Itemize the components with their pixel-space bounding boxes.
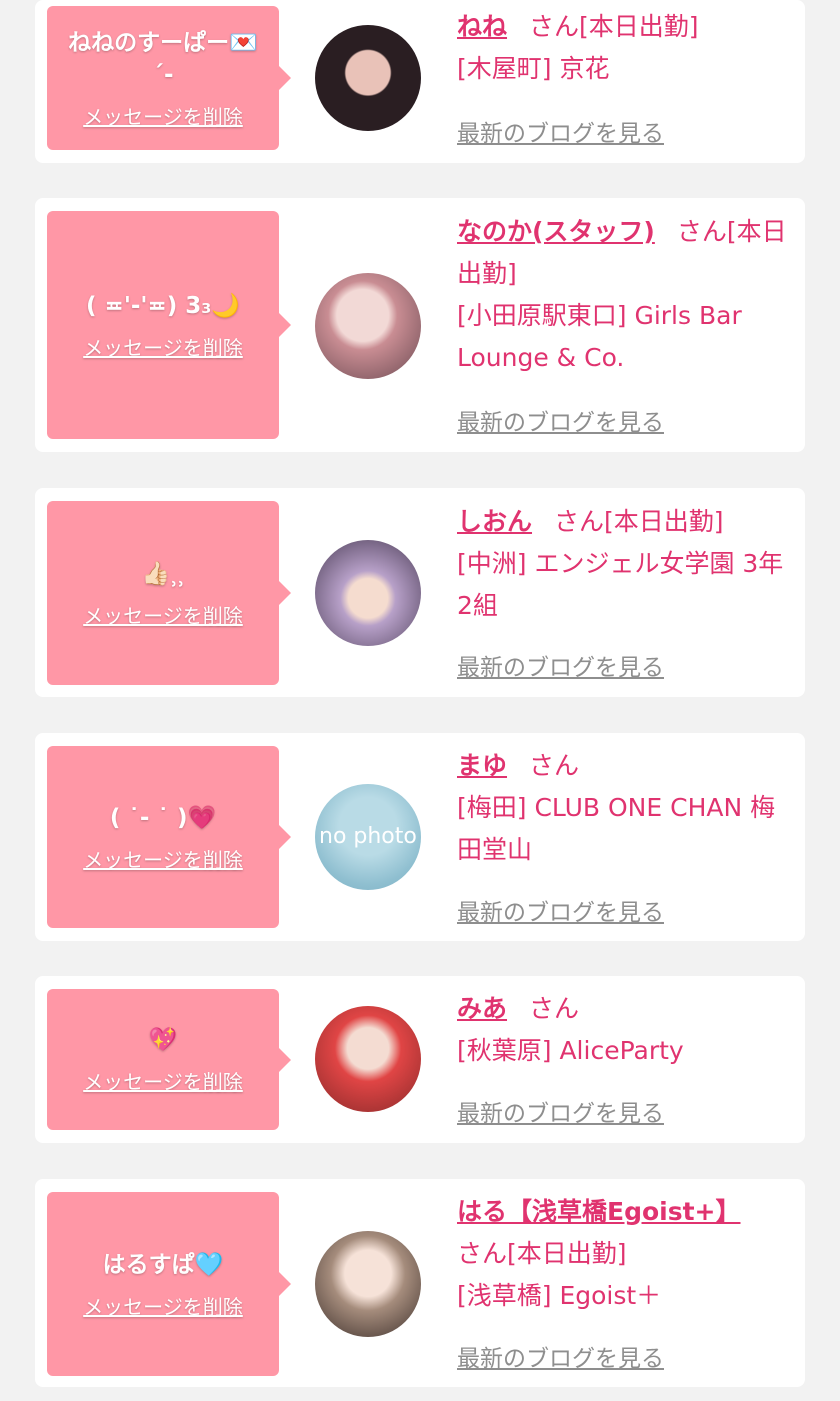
message-card: ( ≖'-'≖) 3₃🌙 メッセージを削除 なのか(スタッフ) さん[本日出勤] … [35, 198, 805, 452]
message-bubble: 💖 メッセージを削除 [47, 989, 291, 1130]
work-status: [本日出勤] [604, 507, 724, 536]
cast-name-link[interactable]: みあ [457, 994, 507, 1023]
avatar[interactable] [315, 1006, 421, 1112]
latest-blog-link[interactable]: 最新のブログを見る [457, 893, 664, 927]
avatar[interactable] [315, 540, 421, 646]
honorific: さん [457, 1239, 508, 1268]
cast-name-link[interactable]: はる【浅草橋Egoist+】 [457, 1197, 741, 1226]
message-text: ( ≖'-'≖) 3₃🌙 [86, 292, 240, 319]
message-card: 💖 メッセージを削除 みあ さん [秋葉原] AliceParty 最新のブログを… [35, 976, 805, 1143]
delete-message-link[interactable]: メッセージを削除 [83, 600, 243, 629]
honorific: さん [554, 507, 605, 536]
delete-message-link[interactable]: メッセージを削除 [83, 844, 243, 873]
shop-location: [中洲] エンジェル女学園 3年2組 [457, 549, 784, 620]
cast-info: まゆ さん [梅田] CLUB ONE CHAN 梅田堂山 [457, 745, 792, 871]
shop-location: [木屋町] 京花 [457, 54, 610, 83]
work-status: [本日出勤] [507, 1239, 627, 1268]
delete-message-link[interactable]: メッセージを削除 [83, 1291, 243, 1320]
message-bubble: ねねのすーぱー💌 ´- メッセージを削除 [47, 6, 291, 150]
shop-location: [梅田] CLUB ONE CHAN 梅田堂山 [457, 793, 776, 864]
message-card: ねねのすーぱー💌 ´- メッセージを削除 ねね さん[本日出勤] [木屋町] 京花… [35, 0, 805, 163]
message-bubble: ( ≖'-'≖) 3₃🌙 メッセージを削除 [47, 211, 291, 439]
cast-info: ねね さん[本日出勤] [木屋町] 京花 [457, 6, 792, 90]
avatar[interactable] [315, 1231, 421, 1337]
latest-blog-link[interactable]: 最新のブログを見る [457, 1339, 664, 1373]
cast-info: はる【浅草橋Egoist+】 さん[本日出勤] [浅草橋] Egoist＋ [457, 1191, 792, 1317]
message-card: はるすぱ🩵 メッセージを削除 はる【浅草橋Egoist+】 さん[本日出勤] [… [35, 1179, 805, 1387]
honorific: さん [529, 751, 580, 780]
delete-message-link[interactable]: メッセージを削除 [83, 1066, 243, 1095]
latest-blog-link[interactable]: 最新のブログを見る [457, 114, 664, 148]
no-photo-text: no photo [319, 824, 417, 849]
cast-name-link[interactable]: しおん [457, 507, 532, 536]
latest-blog-link[interactable]: 最新のブログを見る [457, 1094, 664, 1128]
honorific: さん [676, 217, 727, 246]
cast-info: なのか(スタッフ) さん[本日出勤] [小田原駅東口] Girls Bar Lou… [457, 211, 792, 379]
message-text: 💖 [148, 1027, 178, 1053]
cast-name-link[interactable]: まゆ [457, 751, 507, 780]
message-bubble: ( ˙- ˙ )💗 メッセージを削除 [47, 746, 291, 928]
delete-message-link[interactable]: メッセージを削除 [83, 332, 243, 361]
message-text: はるすぱ🩵 [102, 1251, 224, 1278]
avatar[interactable] [315, 25, 421, 131]
message-text: ( ˙- ˙ )💗 [109, 804, 217, 831]
message-text: ねねのすーぱー💌 ´- [68, 29, 258, 88]
shop-location: [浅草橋] Egoist＋ [457, 1281, 662, 1310]
delete-message-link[interactable]: メッセージを削除 [83, 101, 243, 130]
message-text: 👍🏻⸒⸒ [141, 560, 185, 587]
latest-blog-link[interactable]: 最新のブログを見る [457, 648, 664, 682]
cast-info: みあ さん [秋葉原] AliceParty [457, 988, 792, 1072]
cast-info: しおん さん[本日出勤] [中洲] エンジェル女学園 3年2組 [457, 501, 792, 627]
work-status: [本日出勤] [579, 12, 699, 41]
honorific: さん [529, 994, 580, 1023]
shop-location: [小田原駅東口] Girls Bar Lounge & Co. [457, 301, 742, 372]
latest-blog-link[interactable]: 最新のブログを見る [457, 403, 664, 437]
avatar[interactable] [315, 273, 421, 379]
message-bubble: 👍🏻⸒⸒ メッセージを削除 [47, 501, 291, 685]
no-photo-avatar[interactable]: no photo [315, 784, 421, 890]
message-card: 👍🏻⸒⸒ メッセージを削除 しおん さん[本日出勤] [中洲] エンジェル女学園 … [35, 488, 805, 697]
honorific: さん [529, 12, 580, 41]
message-card: ( ˙- ˙ )💗 メッセージを削除 no photo まゆ さん [梅田] CL… [35, 733, 805, 941]
cast-name-link[interactable]: なのか(スタッフ) [457, 217, 655, 246]
message-bubble: はるすぱ🩵 メッセージを削除 [47, 1192, 291, 1376]
shop-location: [秋葉原] AliceParty [457, 1036, 684, 1065]
cast-name-link[interactable]: ねね [457, 12, 507, 41]
